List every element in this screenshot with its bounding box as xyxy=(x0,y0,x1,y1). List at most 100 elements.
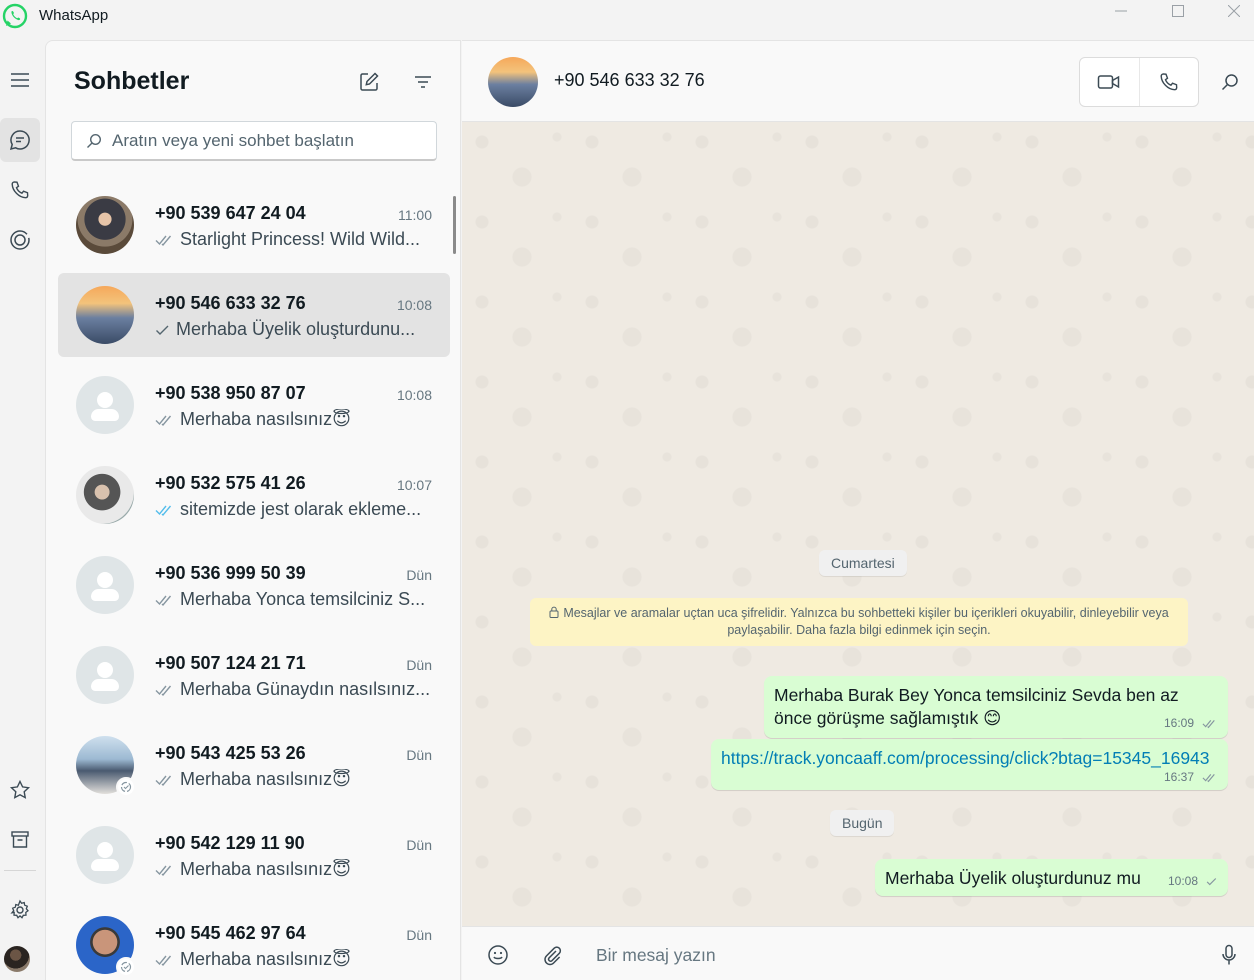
emoji-icon xyxy=(488,945,508,965)
chat-item[interactable]: +90 543 425 53 26 Dün Merhaba nasılsınız… xyxy=(58,723,450,807)
contact-name[interactable]: +90 546 633 32 76 xyxy=(554,70,705,91)
chat-item[interactable]: +90 532 575 41 26 10:07 sitemizde jest o… xyxy=(58,453,450,537)
single-check-icon xyxy=(155,323,171,337)
date-separator: Bugün xyxy=(830,810,895,836)
archive-icon xyxy=(11,831,29,848)
chat-preview: sitemizde jest olarak ekleme... xyxy=(155,499,435,520)
chat-item[interactable]: +90 542 129 11 90 Dün Merhaba nasılsınız… xyxy=(58,813,450,897)
contact-avatar[interactable] xyxy=(488,57,538,107)
double-check-icon xyxy=(155,953,175,967)
message-meta: 16:37 xyxy=(721,770,1218,784)
conversation-header[interactable]: +90 546 633 32 76 xyxy=(462,40,1254,122)
chat-time: Dün xyxy=(406,567,432,583)
default-avatar-icon xyxy=(76,556,134,614)
message-area[interactable]: Cumartesi Mesajlar ve aramalar uçtan uca… xyxy=(462,122,1254,926)
status-update-icon xyxy=(116,957,136,977)
chat-name: +90 545 462 97 64 xyxy=(155,923,306,943)
chat-name: +90 543 425 53 26 xyxy=(155,743,306,763)
contact-avatar xyxy=(76,196,134,254)
new-chat-icon xyxy=(360,72,379,91)
maximize-button[interactable] xyxy=(1150,0,1206,22)
double-check-icon xyxy=(155,593,175,607)
chat-preview-text: Merhaba Üyelik oluşturdunu... xyxy=(176,319,416,339)
chat-preview: Merhaba nasılsınız😇 xyxy=(155,859,435,880)
chat-time: Dün xyxy=(406,837,432,853)
voice-message-button[interactable] xyxy=(1216,942,1242,968)
chats-button[interactable] xyxy=(0,118,40,162)
paperclip-icon xyxy=(544,946,562,966)
chat-name: +90 536 999 50 39 xyxy=(155,563,306,583)
chat-preview-text: Merhaba nasılsınız😇 xyxy=(180,949,351,969)
status-icon xyxy=(10,230,30,250)
video-call-button[interactable] xyxy=(1080,58,1139,106)
chat-item[interactable]: +90 538 950 87 07 10:08 Merhaba nasılsın… xyxy=(58,363,450,447)
calls-button[interactable] xyxy=(0,168,40,212)
chat-item[interactable]: +90 539 647 24 04 11:00 Starlight Prince… xyxy=(58,183,450,267)
archive-button[interactable] xyxy=(0,818,40,862)
default-avatar-icon xyxy=(76,826,134,884)
search-in-chat-button[interactable] xyxy=(1218,69,1242,95)
double-check-icon xyxy=(155,773,175,787)
double-check-icon xyxy=(1202,718,1218,729)
chat-preview: Merhaba Yonca temsilciniz S... xyxy=(155,589,435,610)
call-buttons xyxy=(1079,57,1199,107)
message-input[interactable] xyxy=(596,941,1186,969)
encryption-notice[interactable]: Mesajlar ve aramalar uçtan uca şifrelidi… xyxy=(530,598,1188,646)
outgoing-message[interactable]: Merhaba Üyelik oluşturdunuz mu 10:08 xyxy=(875,859,1228,896)
double-check-icon xyxy=(155,683,175,697)
chats-icon xyxy=(9,130,30,151)
voice-call-button[interactable] xyxy=(1138,58,1198,106)
default-avatar-icon xyxy=(76,376,134,434)
chat-name: +90 539 647 24 04 xyxy=(155,203,306,223)
profile-avatar[interactable] xyxy=(4,946,30,972)
search-input[interactable] xyxy=(112,130,412,151)
chat-preview-text: Merhaba nasılsınız😇 xyxy=(180,769,351,789)
search-box[interactable] xyxy=(71,121,437,161)
emoji-button[interactable] xyxy=(485,942,511,968)
new-chat-button[interactable] xyxy=(356,69,382,95)
status-button[interactable] xyxy=(0,218,40,262)
rail-divider xyxy=(4,870,36,871)
chat-preview: Merhaba nasılsınız😇 xyxy=(155,949,435,970)
chat-time: Dün xyxy=(406,747,432,763)
message-time: 16:37 xyxy=(1163,770,1194,784)
message-time: 10:08 xyxy=(1167,874,1198,888)
chat-preview: Merhaba nasılsınız😇 xyxy=(155,409,435,430)
microphone-icon xyxy=(1222,944,1236,965)
message-link[interactable]: https://track.yoncaaff.com/processing/cl… xyxy=(721,747,1218,770)
chat-preview: Starlight Princess! Wild Wild... xyxy=(155,229,435,250)
chat-item-selected[interactable]: +90 546 633 32 76 10:08 Merhaba Üyelik o… xyxy=(58,273,450,357)
chat-item[interactable]: +90 545 462 97 64 Dün Merhaba nasılsınız… xyxy=(58,903,450,980)
filter-button[interactable] xyxy=(410,69,436,95)
message-meta: 10:08 xyxy=(1168,874,1218,890)
chat-list: +90 539 647 24 04 11:00 Starlight Prince… xyxy=(58,183,450,980)
chat-preview-text: Starlight Princess! Wild Wild... xyxy=(180,229,421,249)
outgoing-message[interactable]: Merhaba Burak Bey Yonca temsilciniz Sevd… xyxy=(764,676,1228,738)
chat-time: Dün xyxy=(406,927,432,943)
minimize-icon xyxy=(1115,10,1127,12)
chat-preview-text: Merhaba nasılsınız😇 xyxy=(180,409,351,429)
chat-name: +90 542 129 11 90 xyxy=(155,833,305,853)
chat-name: +90 546 633 32 76 xyxy=(155,293,306,313)
attach-button[interactable] xyxy=(539,942,565,968)
filter-icon xyxy=(415,76,431,88)
chat-name: +90 538 950 87 07 xyxy=(155,383,306,403)
minimize-button[interactable] xyxy=(1093,0,1149,22)
menu-icon xyxy=(11,73,29,87)
chat-time: 11:00 xyxy=(398,207,432,223)
menu-button[interactable] xyxy=(0,58,40,102)
default-avatar-icon xyxy=(76,646,134,704)
close-button[interactable] xyxy=(1206,0,1254,22)
starred-button[interactable] xyxy=(0,768,40,812)
chat-item[interactable]: +90 507 124 21 71 Dün Merhaba Günaydın n… xyxy=(58,633,450,717)
star-icon xyxy=(9,779,31,799)
chat-preview: Merhaba nasılsınız😇 xyxy=(155,769,435,790)
message-time: 16:09 xyxy=(1163,716,1194,730)
message-composer xyxy=(462,926,1254,980)
outgoing-message[interactable]: https://track.yoncaaff.com/processing/cl… xyxy=(711,739,1228,790)
settings-button[interactable] xyxy=(0,888,40,932)
phone-icon xyxy=(1160,73,1178,91)
chat-list-scrollbar[interactable] xyxy=(453,196,456,254)
double-check-icon xyxy=(155,413,175,427)
chat-item[interactable]: +90 536 999 50 39 Dün Merhaba Yonca tems… xyxy=(58,543,450,627)
